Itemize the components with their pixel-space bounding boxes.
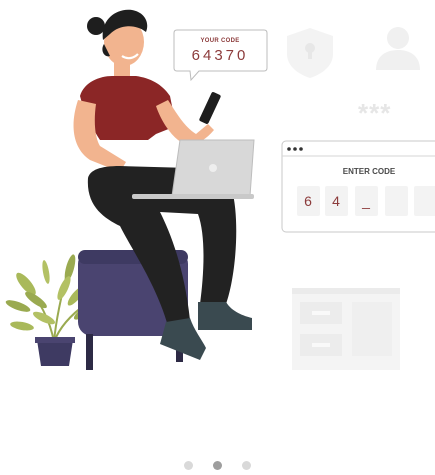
code-digit: 6 xyxy=(304,193,312,209)
shield-icon xyxy=(287,28,333,78)
onboarding-screen: *** ENTER CODE 6 4 _ YOUR CODE 64370 xyxy=(0,0,435,475)
bubble-code: 64370 xyxy=(192,47,249,64)
user-icon xyxy=(376,27,420,70)
pagination-dot[interactable] xyxy=(184,461,193,470)
code-bubble: YOUR CODE 64370 xyxy=(173,29,268,82)
enter-code-title: ENTER CODE xyxy=(343,167,396,176)
code-digit-box[interactable] xyxy=(385,186,408,216)
pagination-dot-active[interactable] xyxy=(213,461,222,470)
masked-password: *** xyxy=(358,98,391,128)
code-digit-box[interactable] xyxy=(414,186,435,216)
bubble-label: YOUR CODE xyxy=(200,38,239,44)
code-digit: 4 xyxy=(332,193,340,209)
pagination-dot[interactable] xyxy=(242,461,251,470)
enter-code-panel: ENTER CODE 6 4 _ xyxy=(281,140,435,233)
two-factor-illustration: *** ENTER CODE 6 4 _ YOUR CODE 64370 xyxy=(5,9,435,370)
cabinet-icon xyxy=(292,288,400,370)
pagination-dots xyxy=(0,461,435,470)
code-digit: _ xyxy=(361,193,370,209)
